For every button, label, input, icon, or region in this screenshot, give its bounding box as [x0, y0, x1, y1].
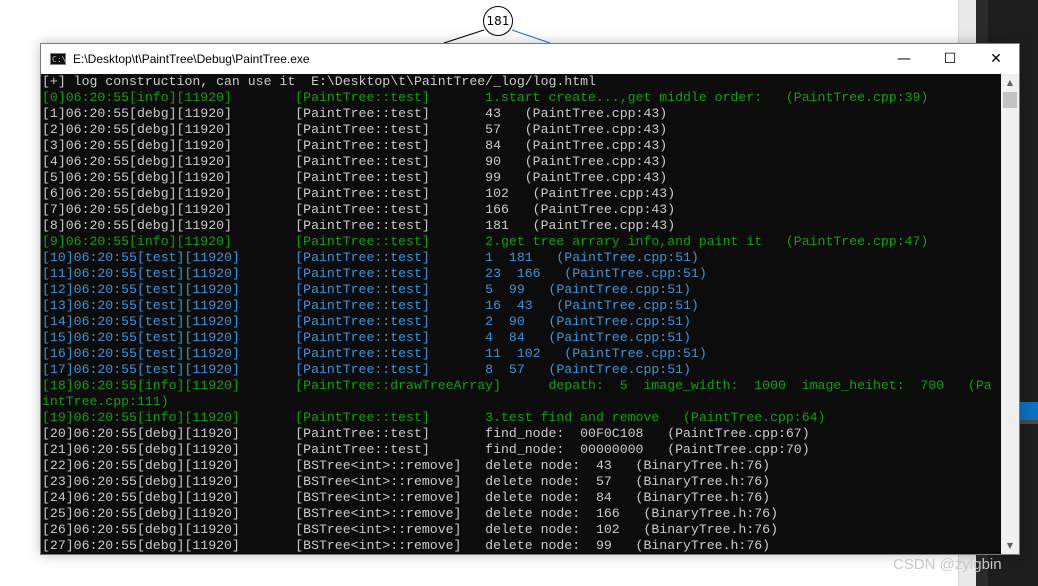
- tree-node: 181: [483, 6, 513, 36]
- console-line: intTree.cpp:111): [42, 394, 169, 409]
- right-accent-block: [1018, 402, 1038, 420]
- console-line: [9]06:20:55[info][11920] [PaintTree::tes…: [42, 234, 929, 249]
- maximize-button[interactable]: ☐: [927, 44, 973, 74]
- console-line: [22]06:20:55[debg][11920] [BSTree<int>::…: [42, 458, 771, 473]
- console-line: [3]06:20:55[debg][11920] [PaintTree::tes…: [42, 138, 668, 153]
- console-output[interactable]: [+] log construction, can use it E:\Desk…: [41, 74, 1001, 554]
- console-line: [21]06:20:55[debg][11920] [PaintTree::te…: [42, 442, 810, 457]
- console-line: [23]06:20:55[debg][11920] [BSTree<int>::…: [42, 474, 771, 489]
- watermark: CSDN @zylgbin: [893, 556, 1002, 573]
- scroll-down-arrow-icon[interactable]: ▼: [1001, 537, 1019, 554]
- console-line: [11]06:20:55[test][11920] [PaintTree::te…: [42, 266, 707, 281]
- console-line: [25]06:20:55[debg][11920] [BSTree<int>::…: [42, 506, 778, 521]
- window-title: E:\Desktop\t\PaintTree\Debug\PaintTree.e…: [73, 52, 310, 66]
- console-line: [17]06:20:55[test][11920] [PaintTree::te…: [42, 362, 691, 377]
- console-line: [27]06:20:55[debg][11920] [BSTree<int>::…: [42, 538, 771, 553]
- vertical-scrollbar[interactable]: ▲ ▼: [1001, 74, 1019, 554]
- console-line: [8]06:20:55[debg][11920] [PaintTree::tes…: [42, 218, 676, 233]
- console-line: [20]06:20:55[debg][11920] [PaintTree::te…: [42, 426, 810, 441]
- console-line: [10]06:20:55[test][11920] [PaintTree::te…: [42, 250, 699, 265]
- console-line: [12]06:20:55[test][11920] [PaintTree::te…: [42, 282, 691, 297]
- close-button[interactable]: ✕: [973, 44, 1019, 74]
- console-line: [+] log construction, can use it E:\Desk…: [42, 74, 596, 89]
- console-window: C:\ E:\Desktop\t\PaintTree\Debug\PaintTr…: [40, 43, 1020, 555]
- console-line: [5]06:20:55[debg][11920] [PaintTree::tes…: [42, 170, 668, 185]
- console-line: [15]06:20:55[test][11920] [PaintTree::te…: [42, 330, 691, 345]
- console-line: [14]06:20:55[test][11920] [PaintTree::te…: [42, 314, 691, 329]
- console-app-icon[interactable]: C:\: [50, 53, 66, 65]
- console-line: [24]06:20:55[debg][11920] [BSTree<int>::…: [42, 490, 771, 505]
- console-line: [0]06:20:55[info][11920] [PaintTree::tes…: [42, 90, 929, 105]
- scrollbar-thumb[interactable]: [1003, 92, 1017, 108]
- console-line: [6]06:20:55[debg][11920] [PaintTree::tes…: [42, 186, 676, 201]
- console-line: [16]06:20:55[test][11920] [PaintTree::te…: [42, 346, 707, 361]
- minimize-button[interactable]: —: [881, 44, 927, 74]
- console-line: [26]06:20:55[debg][11920] [BSTree<int>::…: [42, 522, 778, 537]
- scroll-up-arrow-icon[interactable]: ▲: [1001, 74, 1019, 91]
- console-line: [19]06:20:55[info][11920] [PaintTree::te…: [42, 410, 826, 425]
- console-line: [4]06:20:55[debg][11920] [PaintTree::tes…: [42, 154, 668, 169]
- console-line: [2]06:20:55[debg][11920] [PaintTree::tes…: [42, 122, 668, 137]
- right-accent-bar: [1018, 420, 1038, 424]
- console-line: [13]06:20:55[test][11920] [PaintTree::te…: [42, 298, 699, 313]
- console-line: [7]06:20:55[debg][11920] [PaintTree::tes…: [42, 202, 676, 217]
- console-line: [1]06:20:55[debg][11920] [PaintTree::tes…: [42, 106, 668, 121]
- title-bar[interactable]: C:\ E:\Desktop\t\PaintTree\Debug\PaintTr…: [41, 44, 1019, 74]
- console-line: [18]06:20:55[info][11920] [PaintTree::dr…: [42, 378, 992, 393]
